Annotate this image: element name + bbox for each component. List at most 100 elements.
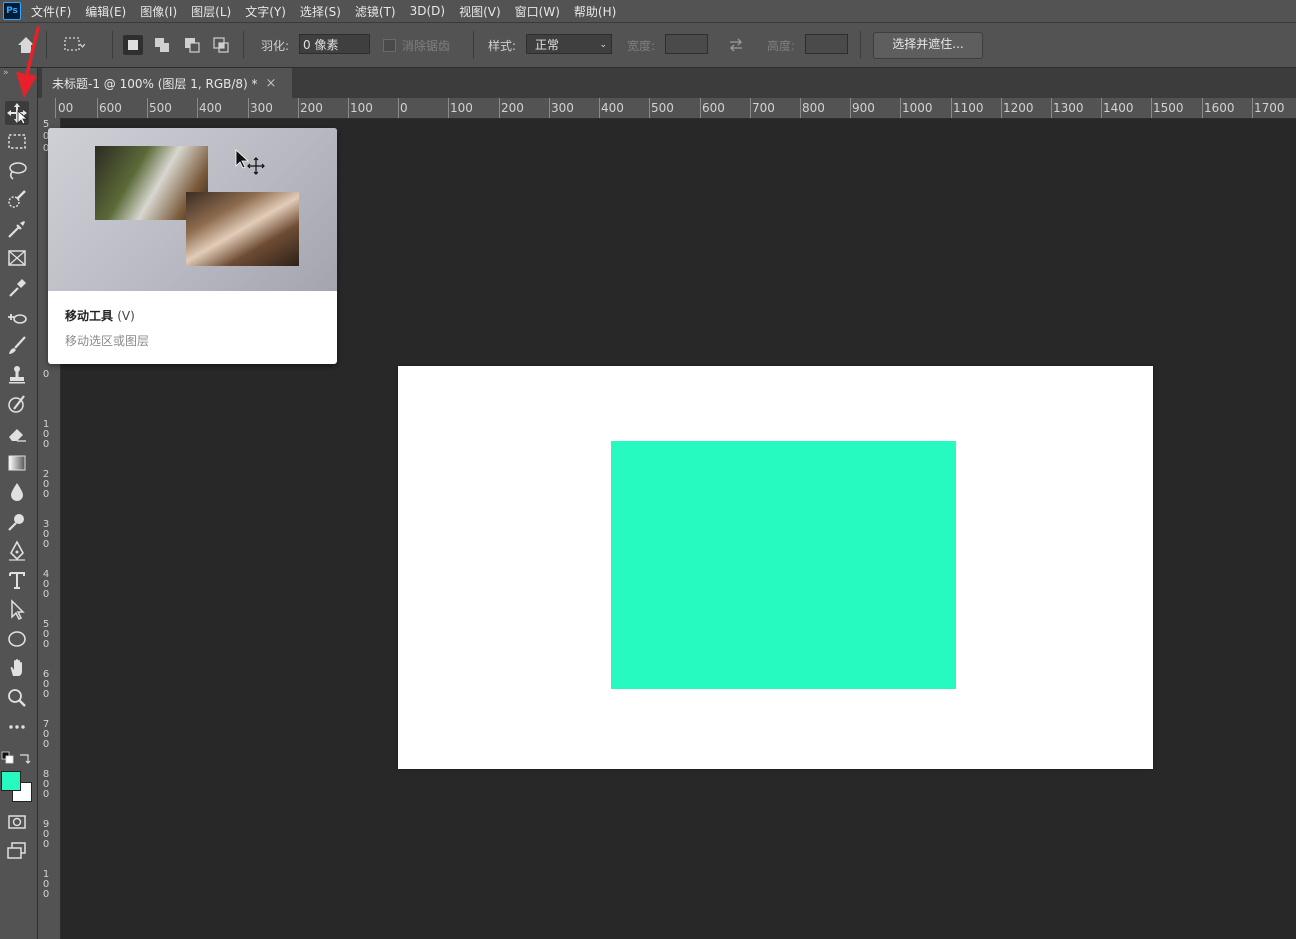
gradient-tool-icon[interactable] xyxy=(5,451,29,475)
marquee-preset-icon[interactable] xyxy=(63,36,86,54)
path-select-tool-icon[interactable] xyxy=(5,598,29,622)
menu-view[interactable]: 视图(V) xyxy=(459,3,501,20)
healing-tool-icon[interactable] xyxy=(5,305,29,329)
stamp-tool-icon[interactable] xyxy=(5,363,29,387)
document-tab-bar: 未标题-1 @ 100% (图层 1, RGB/8) * × xyxy=(38,68,1296,98)
more-tools-icon[interactable] xyxy=(5,715,29,739)
menu-edit[interactable]: 编辑(E) xyxy=(85,3,126,20)
collapse-panel-icon[interactable]: » xyxy=(3,68,9,78)
blur-tool-icon[interactable] xyxy=(5,480,29,504)
move-cursor-icon xyxy=(235,149,265,175)
menu-layer[interactable]: 图层(L) xyxy=(191,3,231,20)
frame-tool-icon[interactable] xyxy=(5,246,29,270)
intersect-selection-icon[interactable] xyxy=(211,35,231,55)
ruler-label: 800 xyxy=(802,101,825,115)
feather-input[interactable]: 0 像素 xyxy=(299,34,370,54)
color-sampler-tool-icon[interactable] xyxy=(5,276,29,300)
ruler-label: 200 xyxy=(42,469,50,500)
menu-select[interactable]: 选择(S) xyxy=(300,3,341,20)
ruler-label: 600 xyxy=(99,101,122,115)
ruler-label: 100 xyxy=(350,101,373,115)
ruler-tick xyxy=(1252,98,1253,118)
hand-tool-icon[interactable] xyxy=(5,656,29,680)
ruler-label: 800 xyxy=(42,769,50,800)
ruler-label: 200 xyxy=(300,101,323,115)
tooltip-description: 移动选区或图层 xyxy=(65,334,150,348)
screen-mode-icon[interactable] xyxy=(5,839,29,863)
foreground-color-swatch[interactable] xyxy=(1,771,21,791)
ruler-tick xyxy=(750,98,751,118)
ruler-label: 1700 xyxy=(1254,101,1285,115)
dodge-tool-icon[interactable] xyxy=(5,510,29,534)
preview-photo xyxy=(186,192,299,266)
default-colors-icon[interactable] xyxy=(1,750,15,764)
ruler-label: 0 xyxy=(400,101,408,115)
select-and-mask-button[interactable]: 选择并遮住... xyxy=(873,32,983,59)
style-select[interactable]: 正常 ⌄ xyxy=(526,34,612,54)
menu-3d[interactable]: 3D(D) xyxy=(410,4,445,18)
ruler-label: 100 xyxy=(450,101,473,115)
ruler-tick xyxy=(549,98,550,118)
move-tool-tooltip: 移动工具 (V) 移动选区或图层 xyxy=(48,128,337,364)
ruler-label: 900 xyxy=(852,101,875,115)
antialias-checkbox[interactable] xyxy=(383,39,396,52)
swap-colors-icon[interactable] xyxy=(18,750,32,764)
red-arrow-annotation-icon xyxy=(16,26,40,98)
quick-select-tool-icon[interactable] xyxy=(5,188,29,212)
brush-tool-icon[interactable] xyxy=(5,334,29,358)
zoom-tool-icon[interactable] xyxy=(5,686,29,710)
ruler-label: 500 xyxy=(149,101,172,115)
ruler-tick xyxy=(298,98,299,118)
menu-filter[interactable]: 滤镜(T) xyxy=(355,3,396,20)
ruler-tick xyxy=(197,98,198,118)
lasso-tool-icon[interactable] xyxy=(5,159,29,183)
ruler-tick xyxy=(499,98,500,118)
ruler-tick xyxy=(800,98,801,118)
width-input[interactable] xyxy=(665,34,708,54)
ruler-tick xyxy=(448,98,449,118)
menu-type[interactable]: 文字(Y) xyxy=(245,3,286,20)
document-canvas[interactable] xyxy=(398,366,1153,769)
ruler-label: 400 xyxy=(199,101,222,115)
marquee-tool-icon[interactable] xyxy=(5,130,29,154)
ruler-horizontal: 00 600 500 400 300 200 100 0 100 200 300… xyxy=(38,98,1296,119)
document-tab[interactable]: 未标题-1 @ 100% (图层 1, RGB/8) * × xyxy=(42,68,292,98)
menu-image[interactable]: 图像(I) xyxy=(140,3,177,20)
menu-window[interactable]: 窗口(W) xyxy=(515,3,560,20)
ruler-label: 1000 xyxy=(902,101,933,115)
quick-mask-icon[interactable] xyxy=(5,810,29,834)
ruler-label: 1500 xyxy=(1153,101,1184,115)
tooltip-title: 移动工具 (V) xyxy=(65,307,135,324)
divider xyxy=(46,31,47,59)
close-icon[interactable]: × xyxy=(266,76,277,91)
ruler-label: 0 xyxy=(42,369,50,380)
subtract-selection-icon[interactable] xyxy=(182,35,202,55)
ruler-tick xyxy=(850,98,851,118)
swap-icon[interactable] xyxy=(727,36,745,54)
add-selection-icon[interactable] xyxy=(152,35,172,55)
ruler-label: 100 xyxy=(42,419,50,450)
ruler-tick xyxy=(1202,98,1203,118)
ruler-label: 1200 xyxy=(1003,101,1034,115)
ruler-tick xyxy=(398,98,399,118)
divider xyxy=(473,31,474,59)
eyedropper-tool-icon[interactable] xyxy=(5,217,29,241)
history-brush-tool-icon[interactable] xyxy=(5,393,29,417)
eraser-tool-icon[interactable] xyxy=(5,422,29,446)
menu-file[interactable]: 文件(F) xyxy=(31,3,71,20)
new-selection-icon[interactable] xyxy=(123,35,143,55)
height-input[interactable] xyxy=(805,34,848,54)
ruler-tick xyxy=(348,98,349,118)
ellipse-tool-icon[interactable] xyxy=(5,627,29,651)
ruler-label: 400 xyxy=(601,101,624,115)
ruler-tick xyxy=(649,98,650,118)
rectangle-layer[interactable] xyxy=(611,441,956,689)
type-tool-icon[interactable] xyxy=(5,568,29,592)
menu-help[interactable]: 帮助(H) xyxy=(574,3,616,20)
ruler-tick xyxy=(1051,98,1052,118)
move-tool-icon[interactable] xyxy=(5,101,29,125)
pen-tool-icon[interactable] xyxy=(5,539,29,563)
ruler-label: 500 xyxy=(651,101,674,115)
ruler-tick xyxy=(97,98,98,118)
ruler-label: 300 xyxy=(250,101,273,115)
